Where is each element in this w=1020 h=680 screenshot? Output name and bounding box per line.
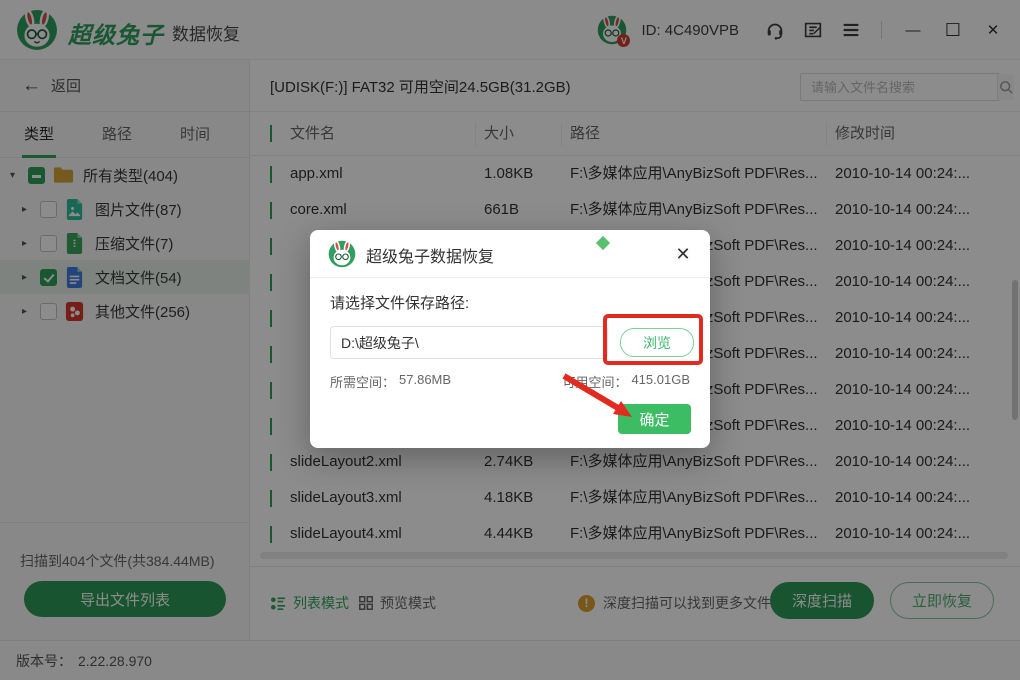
available-space-value: 415.01GB: [631, 372, 690, 387]
available-space-label: 可用空间：: [562, 375, 628, 390]
app-window: 超级兔子 数据恢复 V ID: 4C490VPB — ☐ ✕ ← 返回 类型 路…: [0, 0, 1020, 680]
browse-button[interactable]: 浏览: [620, 328, 694, 357]
required-space-label: 所需空间：: [330, 375, 396, 390]
diamond-decoration-icon: [595, 235, 611, 251]
required-space-value: 57.86MB: [399, 372, 452, 387]
dialog-rabbit-logo-icon: [328, 240, 356, 268]
space-info-row: 所需空间： 57.86MB 可用空间： 415.01GB: [330, 372, 690, 391]
save-path-input[interactable]: [330, 326, 608, 359]
confirm-button[interactable]: 确定: [618, 404, 691, 434]
dialog-header: 超级兔子数据恢复 ✕: [310, 230, 710, 278]
save-path-prompt: 请选择文件保存路径:: [330, 295, 470, 312]
dialog-close-button[interactable]: ✕: [672, 243, 694, 265]
save-path-dialog: 超级兔子数据恢复 ✕ 请选择文件保存路径: 浏览 所需空间： 57.86MB 可…: [310, 230, 710, 448]
dialog-title: 超级兔子数据恢复: [366, 249, 495, 266]
